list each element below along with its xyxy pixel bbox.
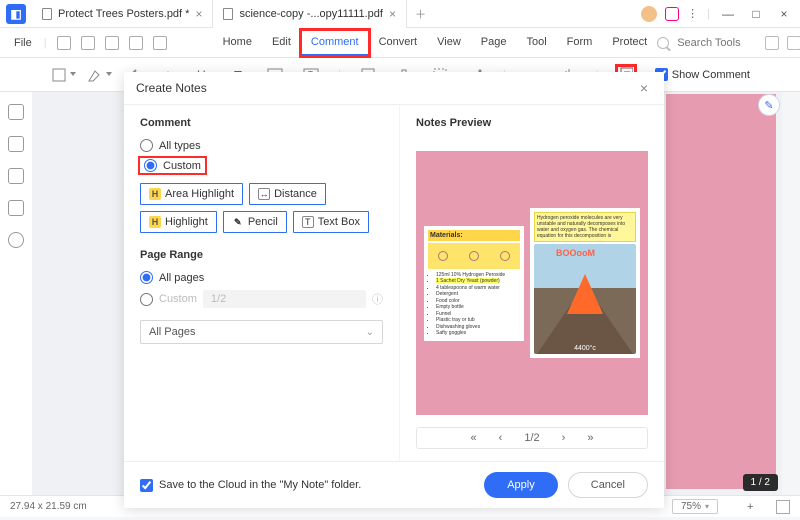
app-logo: ◧: [6, 4, 26, 24]
chip-highlight[interactable]: HHighlight: [140, 211, 217, 233]
thumbnails-icon[interactable]: [8, 104, 24, 120]
pager-prev-button[interactable]: ‹: [493, 432, 509, 444]
chip-distance[interactable]: ↔Distance: [249, 183, 326, 205]
menubar: File | Home Edit Comment Convert View Pa…: [0, 28, 800, 58]
file-menu[interactable]: File: [6, 37, 40, 49]
chevron-down-icon: ▾: [705, 502, 709, 511]
comment-type-chips: HArea Highlight ↔Distance HHighlight ✎Pe…: [140, 183, 383, 233]
tab-convert[interactable]: Convert: [369, 30, 428, 56]
chip-area-highlight[interactable]: HArea Highlight: [140, 183, 243, 205]
zoom-in-button[interactable]: +: [724, 494, 770, 520]
share-icon[interactable]: [765, 36, 779, 50]
qat-save-icon[interactable]: [81, 36, 95, 50]
modal-title: Create Notes: [136, 81, 207, 95]
pager-page-value[interactable]: 1/2: [518, 432, 545, 444]
preview-note-materials: Materials: 125ml 10% Hydrogen Peroxide 1…: [424, 226, 524, 341]
radio-all-types[interactable]: All types: [140, 139, 383, 152]
search-tools-input[interactable]: [677, 37, 757, 49]
radio-all-pages[interactable]: All pages: [140, 271, 383, 284]
page-range-section-label: Page Range: [140, 249, 383, 261]
tab-comment[interactable]: Comment: [301, 30, 369, 56]
more-menu-icon[interactable]: ⋮: [687, 7, 699, 20]
bookmarks-icon[interactable]: [8, 136, 24, 152]
pager-first-button[interactable]: «: [465, 432, 483, 444]
radio-page-custom[interactable]: Custom 1/2 ⓘ: [140, 290, 383, 308]
tab-protect[interactable]: Protect: [602, 30, 657, 56]
show-comment-label: Show Comment: [672, 69, 750, 81]
notes-preview: Materials: 125ml 10% Hydrogen Peroxide 1…: [416, 151, 648, 415]
tab-page[interactable]: Page: [471, 30, 517, 56]
window-maximize-button[interactable]: □: [746, 7, 766, 21]
window-close-button[interactable]: ×: [774, 7, 794, 21]
titlebar: ◧ Protect Trees Posters.pdf * × science-…: [0, 0, 800, 28]
preview-label: Notes Preview: [416, 117, 648, 129]
show-comment-toggle[interactable]: Show Comment: [655, 68, 750, 81]
tab-tool[interactable]: Tool: [516, 30, 556, 56]
menu-tabs: Home Edit Comment Convert View Page Tool…: [213, 30, 658, 56]
tab-home[interactable]: Home: [213, 30, 262, 56]
radio-custom-input[interactable]: [144, 159, 157, 172]
cloud-icon[interactable]: [787, 36, 800, 50]
tab-view[interactable]: View: [427, 30, 471, 56]
tab-label: science-copy -...opy11111.pdf: [239, 8, 383, 20]
user-avatar[interactable]: [641, 6, 657, 22]
page-custom-value[interactable]: 1/2: [203, 290, 366, 308]
page-dimensions: 27.94 x 21.59 cm: [10, 501, 87, 512]
create-notes-modal: Create Notes × Comment All types Custom …: [124, 72, 664, 508]
apply-button[interactable]: Apply: [484, 472, 558, 498]
radio-all-pages-input[interactable]: [140, 271, 153, 284]
tab-form[interactable]: Form: [557, 30, 603, 56]
document-tab-1[interactable]: science-copy -...opy11111.pdf ×: [213, 0, 407, 28]
radio-custom[interactable]: Custom: [144, 159, 201, 172]
qat-print-icon[interactable]: [105, 36, 119, 50]
chip-pencil[interactable]: ✎Pencil: [223, 211, 287, 233]
tab-close-icon[interactable]: ×: [389, 7, 396, 21]
qat-redo-icon[interactable]: [153, 36, 167, 50]
page-indicator: 1 / 2: [743, 474, 778, 491]
zoom-level-select[interactable]: 75% ▾: [672, 499, 718, 514]
pager-last-button[interactable]: »: [581, 432, 599, 444]
fit-page-icon[interactable]: [776, 500, 790, 514]
tab-close-icon[interactable]: ×: [195, 7, 202, 21]
attachments-panel-icon[interactable]: [8, 200, 24, 216]
preview-pager: « ‹ 1/2 › »: [416, 427, 648, 449]
chip-text-box[interactable]: TText Box: [293, 211, 369, 233]
cancel-button[interactable]: Cancel: [568, 472, 648, 498]
window-minimize-button[interactable]: —: [718, 7, 738, 21]
comment-section-label: Comment: [140, 117, 383, 129]
notification-icon[interactable]: [665, 7, 679, 21]
left-sidebar: [0, 92, 32, 495]
new-tab-button[interactable]: ＋: [407, 6, 434, 22]
tab-edit[interactable]: Edit: [262, 30, 301, 56]
qat-undo-icon[interactable]: [129, 36, 143, 50]
page-filter-select[interactable]: All Pages ⌄: [140, 320, 383, 344]
floating-tool-icon[interactable]: ✎: [758, 94, 780, 116]
modal-left-panel: Comment All types Custom HArea Highlight…: [124, 105, 399, 461]
doc-icon: [42, 8, 52, 20]
tab-label: Protect Trees Posters.pdf *: [58, 8, 189, 20]
search-icon: [657, 37, 669, 49]
document-page[interactable]: [666, 94, 776, 489]
note-tool-icon[interactable]: [50, 66, 68, 84]
modal-close-button[interactable]: ×: [636, 80, 652, 96]
quick-access-toolbar: [51, 36, 173, 50]
pager-next-button[interactable]: ›: [556, 432, 572, 444]
comments-panel-icon[interactable]: [8, 168, 24, 184]
preview-note-volcano: Hydrogen peroxide molecules are very uns…: [530, 208, 640, 358]
info-icon[interactable]: ⓘ: [372, 291, 383, 307]
zoom-value: 75%: [681, 501, 701, 512]
radio-page-custom-input[interactable]: [140, 293, 153, 306]
save-to-cloud-toggle[interactable]: Save to the Cloud in the "My Note" folde…: [140, 479, 361, 492]
doc-icon: [223, 8, 233, 20]
document-tab-0[interactable]: Protect Trees Posters.pdf * ×: [32, 0, 213, 28]
modal-right-panel: Notes Preview Materials: 125ml 10% Hydro…: [399, 105, 664, 461]
highlight-tool-icon[interactable]: [86, 66, 104, 84]
radio-all-types-input[interactable]: [140, 139, 153, 152]
chevron-down-icon: ⌄: [366, 327, 374, 338]
qat-open-icon[interactable]: [57, 36, 71, 50]
search-panel-icon[interactable]: [8, 232, 24, 248]
save-to-cloud-checkbox[interactable]: [140, 479, 153, 492]
